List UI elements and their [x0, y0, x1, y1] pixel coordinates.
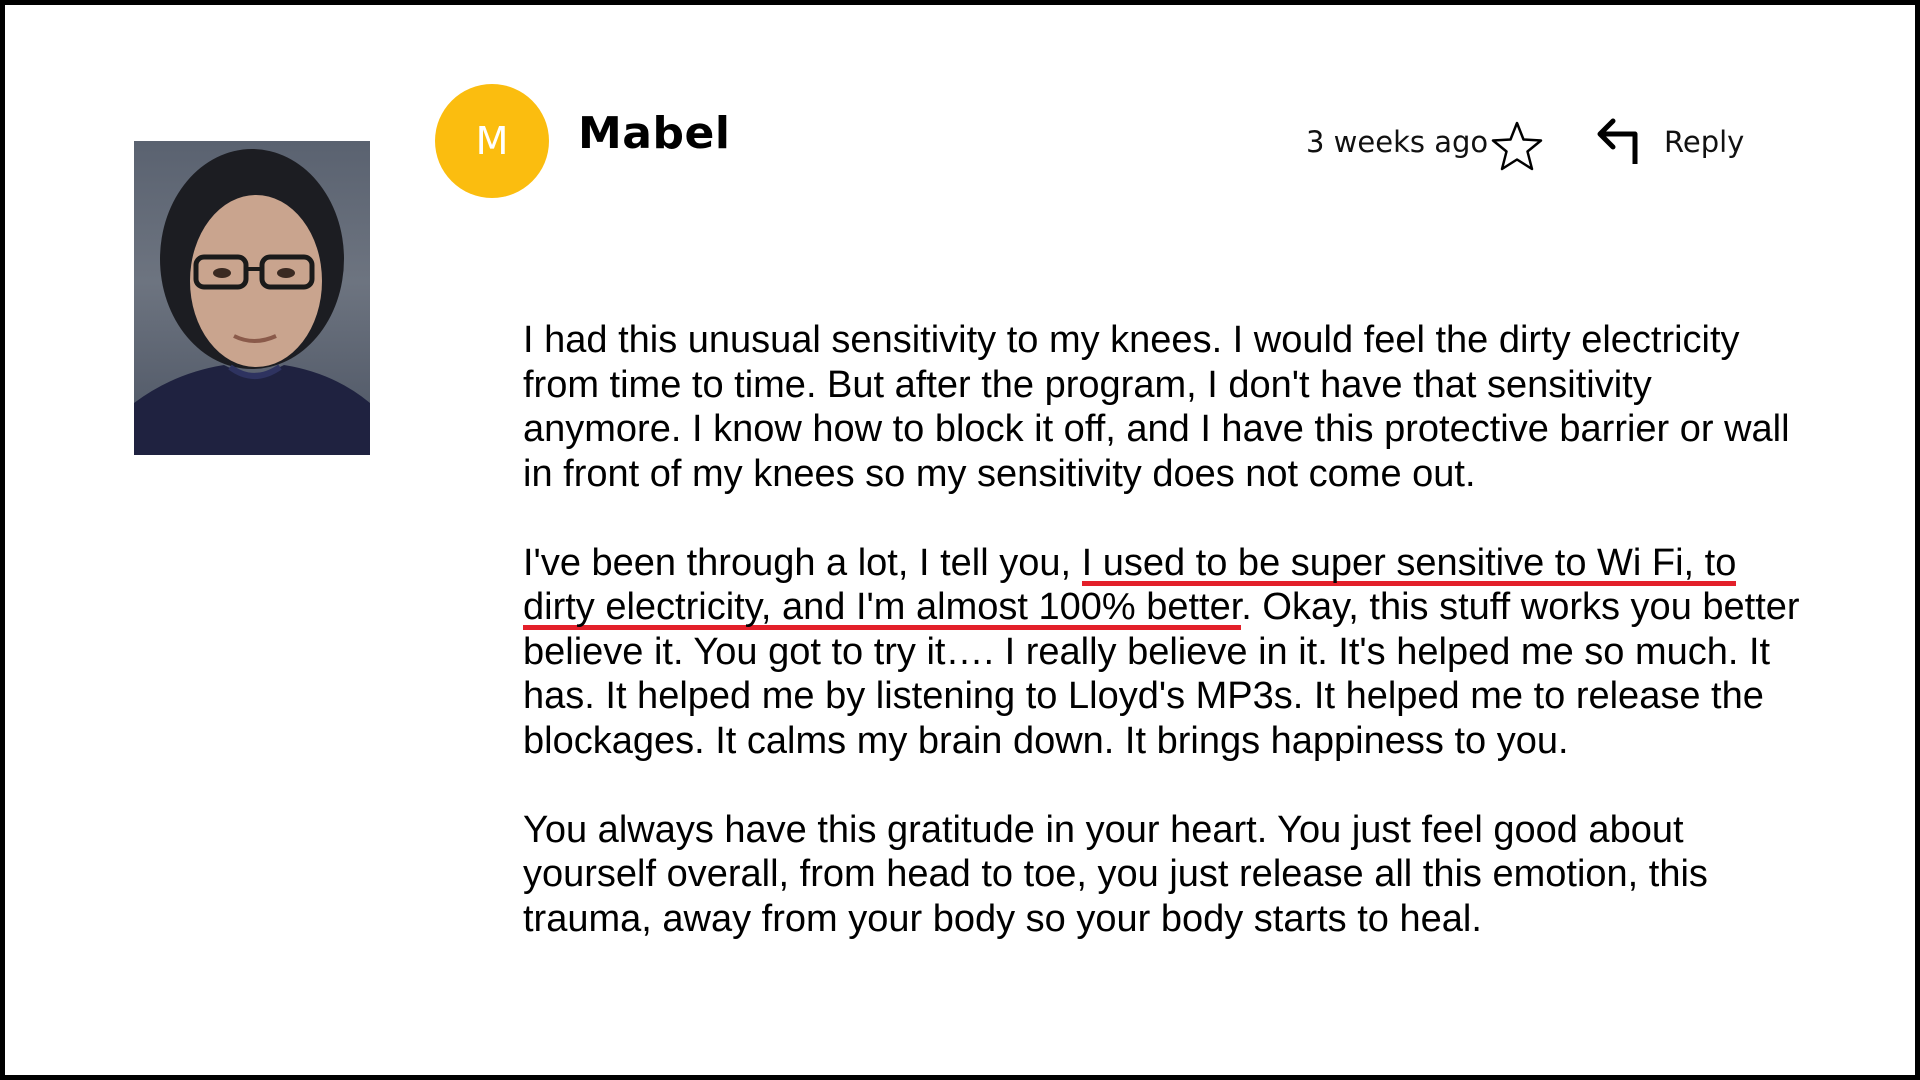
comment-body: I had this unusual sensitivity to my kne…	[523, 318, 1803, 986]
reviewer-photo	[134, 141, 370, 455]
star-icon[interactable]	[1490, 120, 1544, 172]
comment-timestamp: 3 weeks ago	[1306, 125, 1489, 159]
author-avatar: M	[435, 84, 549, 198]
reply-arrow-icon[interactable]	[1595, 116, 1643, 168]
reply-button[interactable]: Reply	[1664, 125, 1744, 159]
comment-paragraph-1: I had this unusual sensitivity to my kne…	[523, 319, 1790, 495]
comment-paragraph-3: You always have this gratitude in your h…	[523, 808, 1708, 940]
author-name: Mabel	[578, 108, 731, 159]
avatar-initial: M	[475, 119, 509, 163]
paragraph-2-intro: I've been through a lot, I tell you,	[523, 541, 1082, 584]
comment-paragraph-2: I've been through a lot, I tell you, I u…	[523, 541, 1803, 764]
